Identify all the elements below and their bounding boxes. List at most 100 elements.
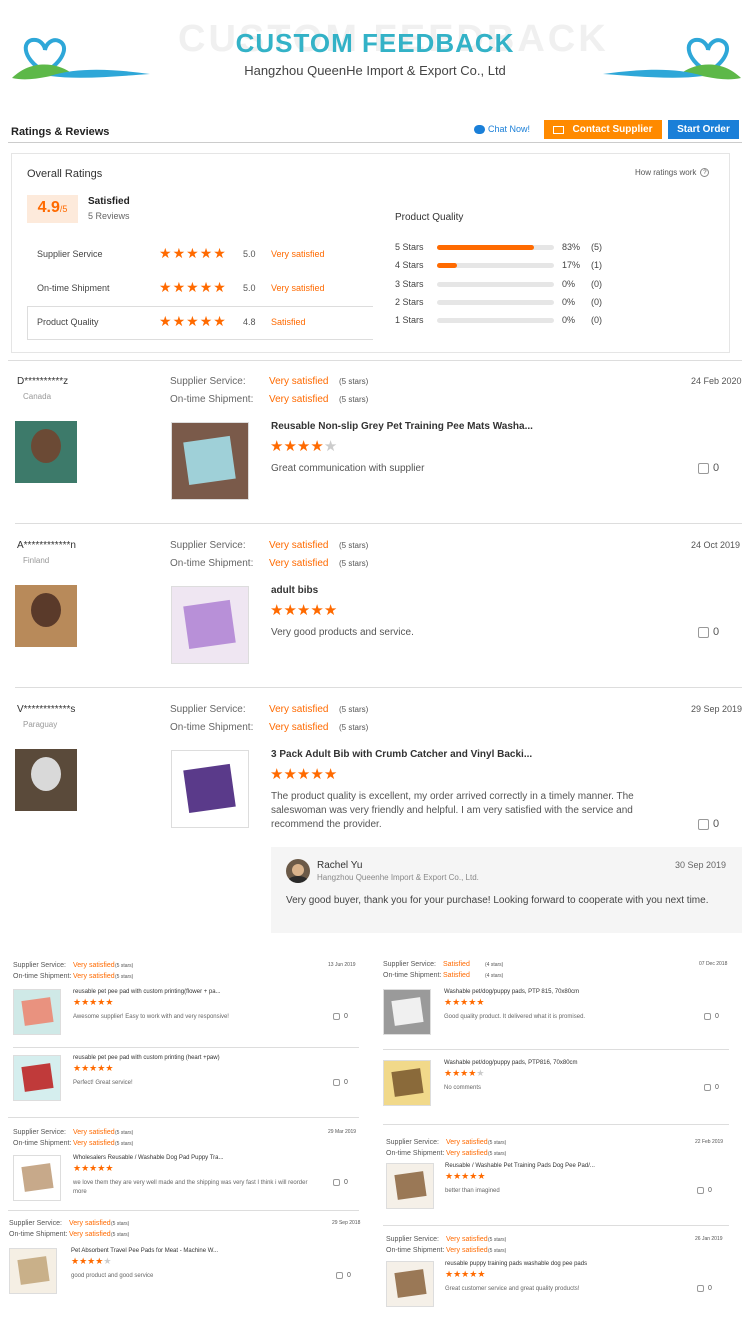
like-button[interactable]: 0 xyxy=(704,1084,719,1091)
star-rating: ★★★★★ xyxy=(445,1172,485,1181)
like-count: 0 xyxy=(715,1013,719,1020)
product-title-link[interactable]: reusable puppy training pads washable do… xyxy=(445,1261,635,1267)
reply-date: 30 Sep 2019 xyxy=(675,860,727,870)
product-thumbnail[interactable] xyxy=(383,989,431,1035)
supplier-service-label: Supplier Service: xyxy=(386,1139,439,1146)
like-button[interactable]: 0 xyxy=(333,1013,348,1020)
thumbs-up-icon xyxy=(333,1079,340,1086)
dist-label: 3 Stars xyxy=(395,278,424,289)
ontime-label: On-time Shipment: xyxy=(13,1140,72,1147)
how-ratings-label: How ratings work xyxy=(635,168,697,177)
product-thumbnail[interactable] xyxy=(9,1248,57,1294)
product-title-link[interactable]: reusable pet pee pad with custom printin… xyxy=(73,1055,263,1061)
like-count: 0 xyxy=(713,462,720,474)
like-button[interactable]: 0 xyxy=(697,1285,712,1292)
star-count: (5 stars) xyxy=(339,705,369,714)
like-button[interactable]: 0 xyxy=(698,462,719,474)
product-title-link[interactable]: Reusable Non-slip Grey Pet Training Pee … xyxy=(271,421,533,432)
review-comment: better than imagined xyxy=(445,1188,500,1194)
like-button[interactable]: 0 xyxy=(333,1079,348,1086)
star-rating: ★★★★★ xyxy=(159,280,227,294)
star-icon: ★ xyxy=(172,245,186,261)
review-date: 29 Mar 2019 xyxy=(328,1129,357,1135)
avatar xyxy=(15,421,77,483)
rating-value: 5.0 xyxy=(243,283,256,293)
like-button[interactable]: 0 xyxy=(336,1272,351,1279)
ontime-label: On-time Shipment: xyxy=(386,1150,445,1157)
reviewer-country: Paraguay xyxy=(23,720,58,729)
like-button[interactable]: 0 xyxy=(698,626,719,638)
star-count: (5 stars) xyxy=(488,1237,507,1243)
overall-status: Satisfied xyxy=(88,196,130,207)
like-count: 0 xyxy=(713,626,720,638)
star-rating: ★★★★★ xyxy=(159,246,227,260)
product-title-link[interactable]: Pet Absorbent Travel Pee Pads for Meat -… xyxy=(71,1248,261,1254)
star-rating: ★★★★★ xyxy=(73,1164,113,1173)
contact-supplier-button[interactable]: Contact Supplier xyxy=(544,120,662,139)
mail-icon xyxy=(553,125,565,134)
star-icon: ★ xyxy=(283,438,297,455)
like-button[interactable]: 0 xyxy=(698,818,719,830)
product-title-link[interactable]: Wholesalers Reusable / Washable Dog Pad … xyxy=(73,1155,263,1161)
supplier-service-value: Satisfied xyxy=(443,961,470,968)
product-title-link[interactable]: 3 Pack Adult Bib with Crumb Catcher and … xyxy=(271,749,532,760)
product-title-link[interactable]: Reusable / Washable Pet Training Pads Do… xyxy=(445,1163,635,1169)
product-thumbnail[interactable] xyxy=(386,1261,434,1307)
star-icon: ★ xyxy=(461,1171,470,1181)
star-icon: ★ xyxy=(270,602,284,619)
reply-company: Hangzhou Queenhe Import & Export Co., Lt… xyxy=(317,873,479,882)
supplier-service-label: Supplier Service: xyxy=(383,961,436,968)
product-title-link[interactable]: reusable pet pee pad with custom printin… xyxy=(73,989,263,995)
star-icon: ★ xyxy=(73,1163,82,1173)
product-thumbnail[interactable] xyxy=(13,1055,61,1101)
thumbs-up-icon xyxy=(698,462,709,474)
product-image-shape xyxy=(21,1163,54,1193)
star-icon: ★ xyxy=(71,1256,80,1266)
review-comment: we love them they are very well made and… xyxy=(73,1180,308,1195)
star-icon: ★ xyxy=(186,245,199,261)
dist-label: 2 Stars xyxy=(395,296,424,307)
star-icon: ★ xyxy=(87,1256,96,1266)
supplier-service-label: Supplier Service: xyxy=(13,962,66,969)
dist-pct: 83% xyxy=(562,242,581,252)
start-order-button[interactable]: Start Order xyxy=(668,120,739,139)
rating-label: On-time Shipment xyxy=(37,283,110,293)
product-thumbnail[interactable] xyxy=(171,422,249,500)
chat-now-link[interactable]: Chat Now! xyxy=(474,124,530,134)
product-title-link[interactable]: adult bibs xyxy=(271,585,318,596)
like-button[interactable]: 0 xyxy=(333,1179,348,1186)
like-count: 0 xyxy=(344,1079,348,1086)
star-rating: ★★★★★ xyxy=(445,1270,485,1279)
like-button[interactable]: 0 xyxy=(697,1187,712,1194)
star-icon: ★ xyxy=(453,1171,462,1181)
ontime-value: Very satisfied xyxy=(269,558,329,569)
star-rating: ★★★★★ xyxy=(73,1064,113,1073)
star-icon: ★ xyxy=(477,1171,486,1181)
dist-bar xyxy=(437,281,554,287)
product-thumbnail[interactable] xyxy=(171,586,249,664)
supplier-service-label: Supplier Service: xyxy=(386,1236,439,1243)
product-thumbnail[interactable] xyxy=(171,750,249,828)
product-title-link[interactable]: Washable pet/dog/puppy pads, PTP816, 70x… xyxy=(444,1060,634,1066)
product-title-link[interactable]: Washable pet/dog/puppy pads, PTP 815, 70… xyxy=(444,989,634,995)
product-thumbnail[interactable] xyxy=(13,1155,61,1201)
star-icon: ★ xyxy=(89,1063,98,1073)
product-thumbnail[interactable] xyxy=(13,989,61,1035)
star-rating: ★★★★★ xyxy=(444,998,484,1007)
rating-label: Supplier Service xyxy=(37,249,103,259)
like-count: 0 xyxy=(708,1285,712,1292)
supplier-service-value: Very satisfied xyxy=(269,704,329,715)
dist-pct: 0% xyxy=(562,278,576,289)
dist-bar-fill xyxy=(437,245,535,250)
star-icon: ★ xyxy=(468,997,477,1007)
star-icon: ★ xyxy=(81,1163,90,1173)
ontime-label: On-time Shipment: xyxy=(170,558,254,569)
product-image-shape xyxy=(183,763,236,813)
how-ratings-work-link[interactable]: How ratings work ? xyxy=(635,168,710,177)
product-image-shape xyxy=(394,1171,427,1201)
product-thumbnail[interactable] xyxy=(383,1060,431,1106)
star-icon: ★ xyxy=(159,279,172,295)
dist-pct: 0% xyxy=(562,296,576,307)
like-button[interactable]: 0 xyxy=(704,1013,719,1020)
product-thumbnail[interactable] xyxy=(386,1163,434,1209)
